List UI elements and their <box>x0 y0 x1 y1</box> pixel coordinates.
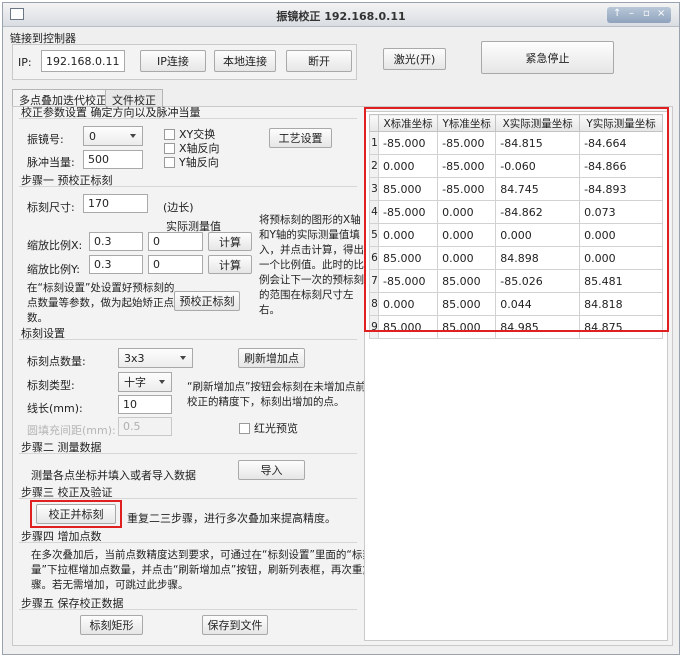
chevron-down-icon <box>130 134 136 138</box>
table-highlight-box <box>364 107 669 332</box>
count-label: 标刻点数量: <box>27 355 86 368</box>
shade-icon[interactable]: ↑ <box>613 8 621 19</box>
step1-header: 步骤一 预校正标刻 <box>19 172 357 187</box>
ip-label: IP: <box>18 56 32 69</box>
refresh-points-button[interactable]: 刷新增加点 <box>238 348 305 368</box>
calc-y-button[interactable]: 计算 <box>208 255 252 274</box>
laser-toggle-button[interactable]: 激光(开) <box>383 48 446 70</box>
step3-text: 重复二三步骤，进行多次叠加来提高精度。 <box>127 512 336 525</box>
mark-settings-header: 标刻设置 <box>19 325 357 340</box>
pulse-label: 脉冲当量: <box>27 156 75 169</box>
galvo-select[interactable]: 0 <box>83 126 143 146</box>
disconnect-button[interactable]: 断开 <box>286 50 352 72</box>
type-label: 标刻类型: <box>27 379 75 392</box>
measured-x-input[interactable]: 0 <box>148 232 203 251</box>
size-unit: (边长) <box>163 201 194 214</box>
local-connect-button[interactable]: 本地连接 <box>214 50 276 72</box>
chevron-down-icon <box>159 380 165 384</box>
checkbox-icon <box>239 422 250 434</box>
step4-text: 在多次叠加后，当前点数精度达到要求，可通过在“标刻设置”里面的“标刻点数 量”下拉… <box>31 549 405 591</box>
minimize-icon[interactable]: – <box>629 8 634 19</box>
line-length-input[interactable]: 10 <box>118 395 172 414</box>
calc-x-button[interactable]: 计算 <box>208 232 252 251</box>
ratio-x-label: 缩放比例X: <box>27 239 83 252</box>
calibrate-highlight-box <box>30 500 122 528</box>
step2-header: 步骤二 测量数据 <box>19 439 357 454</box>
red-preview-label: 红光预览 <box>254 422 298 435</box>
emergency-stop-button[interactable]: 紧急停止 <box>481 41 614 74</box>
ratio-y-input[interactable]: 0.3 <box>89 255 143 274</box>
ip-connect-button[interactable]: IP连接 <box>140 50 206 72</box>
close-icon[interactable]: × <box>657 8 665 19</box>
step1-note: 在“标刻设置”处设置好预标刻的 点数量等参数，做为起始矫正点 数。 <box>27 282 175 324</box>
y-reverse-label: Y轴反向 <box>179 156 219 169</box>
mark-rect-button[interactable]: 标刻矩形 <box>80 615 143 635</box>
step4-header: 步骤四 增加点数 <box>19 528 357 543</box>
circle-gap-input[interactable]: 0.5 <box>118 417 172 436</box>
window-controls: ↑ – ▫ × <box>607 7 671 23</box>
import-button[interactable]: 导入 <box>238 460 305 480</box>
mark-settings-hint: “刷新增加点”按钮会标刻在未增加点前所 校正的精度下，标刻出增加的点。 <box>187 381 377 408</box>
type-value: 十字 <box>124 376 146 389</box>
measured-y-input[interactable]: 0 <box>148 255 203 274</box>
step1-description: 将预标刻的图形的X轴 和Y轴的实际测量值填 入，并点击计算，得出 一个比例值。此时的比… <box>259 214 364 316</box>
type-select[interactable]: 十字 <box>118 372 172 392</box>
galvo-label: 振镜号: <box>27 133 64 146</box>
maximize-icon[interactable]: ▫ <box>643 8 650 19</box>
app-window: 振镜校正 192.168.0.11 ↑ – ▫ × 链接到控制器 IP: 192… <box>2 2 680 655</box>
title-bar: 振镜校正 192.168.0.11 ↑ – ▫ × <box>3 3 679 27</box>
count-value: 3x3 <box>124 351 145 365</box>
window-title: 振镜校正 192.168.0.11 <box>276 10 406 23</box>
params-header: 校正参数设置 确定方向以及脉冲当量 <box>19 104 357 119</box>
size-label: 标刻尺寸: <box>27 201 75 214</box>
save-file-button[interactable]: 保存到文件 <box>202 615 268 635</box>
circle-gap-label: 圆填充间距(mm): <box>27 424 116 437</box>
size-input[interactable]: 170 <box>83 194 148 213</box>
checkbox-icon <box>164 156 175 168</box>
checkbox-icon <box>164 128 175 140</box>
count-select[interactable]: 3x3 <box>118 348 193 368</box>
step5-header: 步骤五 保存校正数据 <box>19 595 357 610</box>
y-reverse-checkbox[interactable]: Y轴反向 <box>164 154 219 170</box>
pre-mark-button[interactable]: 预校正标刻 <box>174 291 240 311</box>
ratio-x-input[interactable]: 0.3 <box>89 232 143 251</box>
pulse-input[interactable]: 500 <box>83 150 143 169</box>
step2-text: 测量各点坐标并填入或者导入数据 <box>31 469 196 482</box>
ratio-y-label: 缩放比例Y: <box>27 263 80 276</box>
red-preview-checkbox[interactable]: 红光预览 <box>239 420 298 436</box>
line-length-label: 线长(mm): <box>27 402 83 415</box>
process-settings-button[interactable]: 工艺设置 <box>269 128 332 148</box>
checkbox-icon <box>164 142 175 154</box>
chevron-down-icon <box>180 356 186 360</box>
step3-header: 步骤三 校正及验证 <box>19 484 357 499</box>
ip-input[interactable]: 192.168.0.11 <box>41 50 125 72</box>
galvo-value: 0 <box>89 129 96 143</box>
